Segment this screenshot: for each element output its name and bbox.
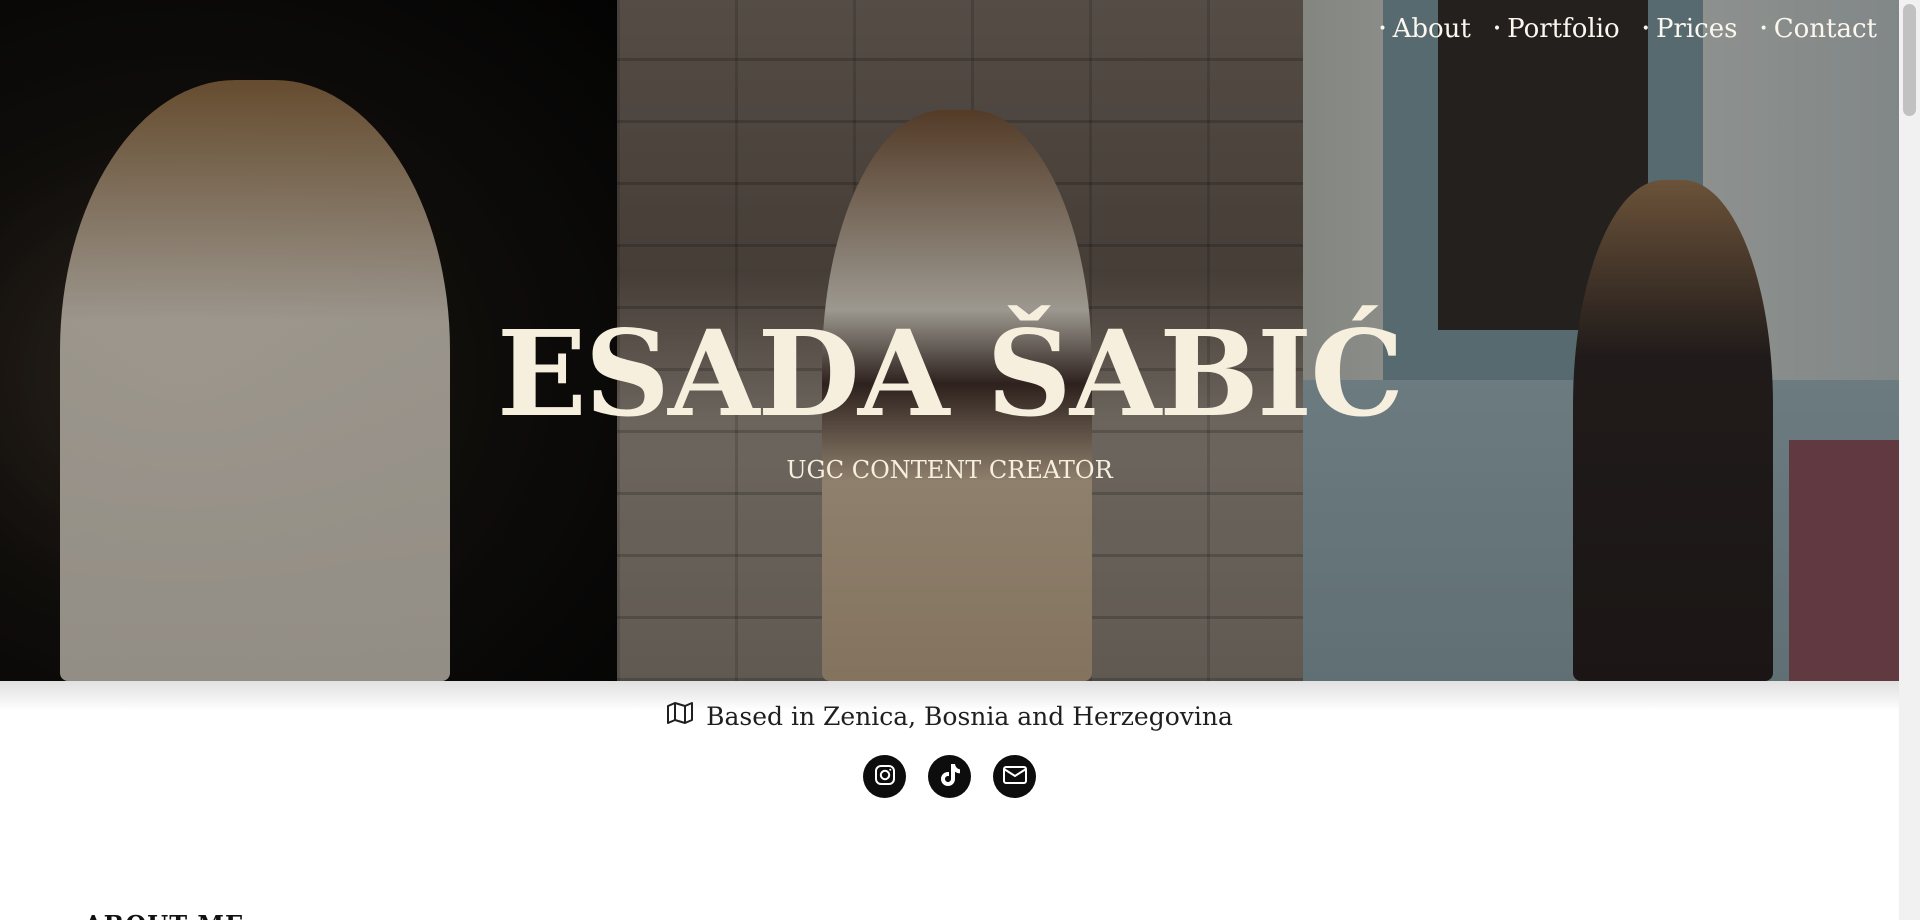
instagram-link[interactable] [863,755,906,798]
nav-link-label: About [1392,14,1471,44]
instagram-icon [873,763,897,791]
nav-bullet: • [1759,21,1768,37]
location-line: Based in Zenica, Bosnia and Herzegovina [0,701,1899,731]
nav-link-contact[interactable]: • Contact [1759,14,1877,44]
nav-bullet: • [1378,21,1387,37]
nav-link-prices[interactable]: • Prices [1642,14,1738,44]
section-heading: ABOUT ME [84,910,244,920]
nav-link-portfolio[interactable]: • Portfolio [1493,14,1620,44]
nav-link-label: Portfolio [1507,14,1620,44]
scrollbar-thumb[interactable] [1903,4,1916,116]
nav-link-label: Prices [1655,14,1738,44]
social-links [0,755,1899,798]
nav-bullet: • [1492,21,1502,37]
nav-bullet: • [1641,21,1650,37]
tiktok-icon [938,762,962,792]
page: • About • Portfolio • Prices • Contact E… [0,0,1899,920]
nav-link-label: Contact [1773,14,1877,44]
email-link[interactable] [993,755,1036,798]
scrollbar[interactable] [1899,0,1920,920]
main-nav: • About • Portfolio • Prices • Contact [1378,14,1877,44]
hero-banner: • About • Portfolio • Prices • Contact E… [0,0,1899,681]
map-icon [666,701,694,731]
nav-link-about[interactable]: • About [1378,14,1471,44]
mail-icon [1002,765,1028,789]
hero-title: ESADA ŠABIĆ [496,304,1404,443]
tiktok-link[interactable] [928,755,971,798]
location-text: Based in Zenica, Bosnia and Herzegovina [706,701,1233,731]
hero-subtitle: UGC CONTENT CREATOR [786,456,1113,484]
